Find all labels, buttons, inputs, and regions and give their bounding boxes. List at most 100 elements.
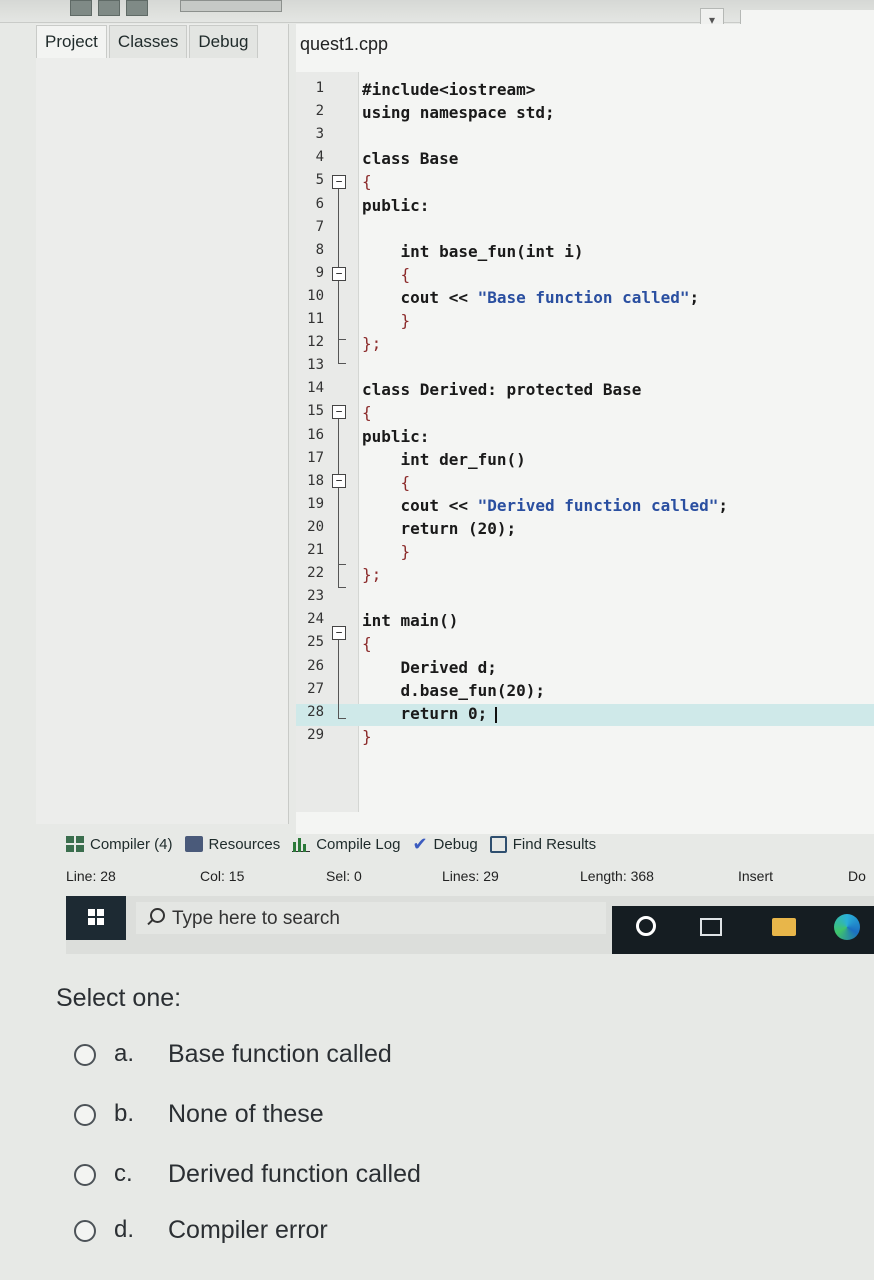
line-number: 20 [307,518,324,535]
fold-toggle-icon[interactable]: − [332,267,346,281]
status-label: Lines: [442,868,480,884]
line-number: 27 [307,680,324,697]
code-line[interactable]: 26 Derived d; [296,658,874,680]
tab-label: Find Results [512,835,597,853]
code-line[interactable]: 2 using namespace std; [296,103,874,125]
code-line[interactable]: 5{ [296,172,874,194]
line-number: 15 [307,403,324,420]
compiler-grid-icon [66,836,84,852]
fold-toggle-icon[interactable]: − [332,626,346,640]
toolbar-icon[interactable] [126,0,148,16]
line-number: 5 [315,172,324,189]
fold-toggle-icon[interactable]: − [332,175,346,189]
code-line[interactable]: 3 [296,126,874,148]
tab-compiler[interactable]: Compiler (4) [66,836,173,853]
fold-guide [338,281,339,339]
edge-browser-icon[interactable] [834,914,860,940]
line-number: 25 [307,634,324,651]
file-tab[interactable]: quest1.cpp [296,24,395,61]
code-text: } [362,311,411,330]
start-button[interactable] [66,896,126,940]
code-line[interactable]: 1 #include<iostream> [296,80,874,102]
line-number: 16 [307,426,324,443]
status-value: 29 [483,868,499,884]
toolbar-field[interactable] [180,0,282,12]
code-text: return 0; [362,703,488,723]
code-line[interactable]: 18 { [296,473,874,495]
tab-compile-log[interactable]: Compile Log [292,836,400,853]
windows-logo-icon [88,909,104,925]
code-text: d.base_fun(20); [362,680,546,700]
code-text: using namespace std; [362,103,555,123]
line-number: 13 [307,357,324,374]
code-line[interactable]: 14 class Derived: protected Base [296,380,874,402]
radio-button[interactable] [74,1220,96,1242]
tab-classes[interactable]: Classes [108,25,188,58]
tab-debug-output[interactable]: ✔ Debug [412,835,477,853]
code-text: }; [362,334,382,354]
tab-find-results[interactable]: Find Results [489,835,597,853]
line-number: 14 [307,380,324,397]
task-view-icon[interactable] [700,918,722,936]
tab-debug[interactable]: Debug [189,25,258,58]
code-line[interactable]: 13 [296,357,874,379]
line-number: 11 [307,311,324,327]
file-explorer-icon[interactable] [772,918,796,936]
code-text: class Base [362,149,459,169]
tab-label: Compile Log [316,835,401,853]
code-line[interactable]: 10 cout << "Base function called"; [296,288,874,310]
line-number: 23 [307,588,324,605]
cortana-icon[interactable] [636,916,656,936]
code-line[interactable]: 11 } [296,311,874,333]
code-line[interactable]: 24 int main() [296,611,874,633]
project-panel-tabs: Project Classes Debug [36,24,260,58]
code-text: { [362,634,372,654]
code-line[interactable]: 7 [296,219,874,241]
answer-option-b[interactable]: b. None of these [74,1096,674,1136]
code-line[interactable]: 4 class Base [296,149,874,171]
string-literal: "Base function called" [477,287,690,307]
code-line[interactable]: 22}; [296,565,874,587]
option-letter: a. [114,1040,135,1067]
tab-project[interactable]: Project [36,25,107,58]
code-line[interactable]: 27 d.base_fun(20); [296,681,874,703]
code-line[interactable]: 15 { [296,403,874,425]
radio-button[interactable] [74,1104,96,1126]
answer-option-a[interactable]: a. Base function called [74,1036,674,1076]
answer-option-c[interactable]: c. Derived function called [74,1156,674,1196]
code-line[interactable]: 23 [296,588,874,610]
code-line[interactable]: 12}; [296,334,874,356]
fold-guide [338,564,346,565]
line-number: 18 [307,472,324,489]
code-line[interactable]: 29} [296,727,874,749]
code-line[interactable]: 17 int der_fun() [296,450,874,472]
line-number: 2 [315,103,324,120]
code-line[interactable]: 20 return (20); [296,519,874,541]
status-extra: Do [848,868,866,884]
tab-resources[interactable]: Resources [184,836,280,853]
toolbar-icon[interactable] [98,0,120,16]
status-label: Line: [66,868,97,884]
code-line[interactable]: 16 public: [296,427,874,449]
radio-button[interactable] [74,1164,96,1186]
taskbar-search[interactable]: Type here to search [136,902,606,934]
code-text: public: [362,426,430,446]
taskbar-apps [612,906,874,954]
code-text: public: [362,195,430,215]
fold-toggle-icon[interactable]: − [332,405,346,419]
toolbar-icon[interactable] [70,0,92,16]
code-line[interactable]: 19 cout << "Derived function called"; [296,496,874,518]
answer-option-d[interactable]: d. Compiler error [74,1212,674,1252]
code-line[interactable]: 6 public: [296,196,874,218]
code-line[interactable]: 21 } [296,542,874,564]
code-line[interactable]: 9 { [296,265,874,287]
code-line[interactable]: 28 return 0; [296,703,874,726]
fold-toggle-icon[interactable]: − [332,474,346,488]
line-number: 12 [307,334,324,351]
code-editor[interactable]: quest1.cpp 1 #include<iostream> 2 using nam… [296,24,874,834]
code-line[interactable]: 8 int base_fun(int i) [296,242,874,264]
status-col: Col: 15 [200,868,244,884]
radio-button[interactable] [74,1044,96,1066]
code-line[interactable]: 25 { [296,634,874,656]
find-icon [489,835,507,853]
